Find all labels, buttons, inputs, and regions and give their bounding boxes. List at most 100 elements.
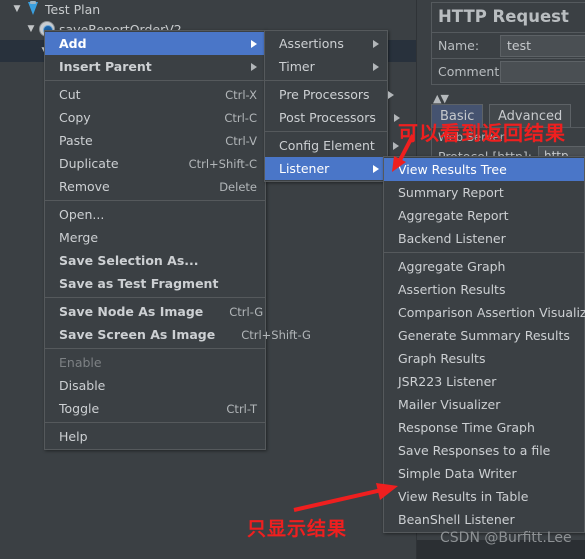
menu-item-config-element[interactable]: Config Element: [265, 134, 399, 157]
menu-item-shortcut: Ctrl-T: [226, 401, 257, 416]
menu-item-comparison-assertion-visualizer[interactable]: Comparison Assertion Visualizer: [384, 301, 585, 324]
annotation-arrow-top: [392, 134, 415, 172]
comments-field-row: Comments:: [432, 58, 585, 84]
menu-item-assertion-results[interactable]: Assertion Results: [384, 278, 584, 301]
menu-item-pre-processors[interactable]: Pre Processors: [265, 83, 394, 106]
context-menu[interactable]: Add Insert Parent Cut Ctrl-X Copy Ctrl-C Paste…: [44, 30, 311, 450]
menu-separator: [384, 252, 584, 253]
menu-separator: [45, 200, 265, 201]
menu-item-mailer-visualizer[interactable]: Mailer Visualizer: [384, 393, 584, 416]
tree-expand-toggle-icon[interactable]: ▼: [24, 24, 38, 34]
menu-separator: [265, 131, 387, 132]
annotation-bottom-text: 只显示结果: [247, 518, 348, 540]
menu-item-label: Timer: [279, 59, 315, 74]
menu-item-label: Mailer Visualizer: [398, 397, 501, 412]
menu-item-add[interactable]: Add: [45, 32, 265, 55]
menu-item-jsr223-listener[interactable]: JSR223 Listener: [384, 370, 584, 393]
menu-item-label: Disable: [59, 378, 106, 393]
menu-item-label: Save Screen As Image: [59, 327, 216, 342]
submenu-arrow-icon: [373, 62, 379, 71]
menu-item-label: Aggregate Report: [398, 208, 509, 223]
menu-separator: [45, 80, 265, 81]
menu-item-label: Enable: [59, 355, 102, 370]
menu-item-assertions[interactable]: Assertions: [265, 32, 387, 55]
menu-item-timer[interactable]: Timer: [265, 55, 387, 78]
menu-item-cut[interactable]: Cut Ctrl-X: [45, 83, 265, 106]
menu-item-response-time-graph[interactable]: Response Time Graph: [384, 416, 584, 439]
menu-item-label: Graph Results: [398, 351, 486, 366]
menu-item-label: Save Node As Image: [59, 304, 204, 319]
menu-item-beanshell-listener[interactable]: BeanShell Listener: [384, 508, 584, 531]
menu-item-label: Summary Report: [398, 185, 504, 200]
menu-item-label: Aggregate Graph: [398, 259, 506, 274]
menu-item-open[interactable]: Open...: [45, 203, 265, 226]
menu-item-shortcut: Ctrl-X: [225, 87, 257, 102]
menu-item-duplicate[interactable]: Duplicate Ctrl+Shift-C: [45, 152, 265, 175]
menu-item-copy[interactable]: Copy Ctrl-C: [45, 106, 265, 129]
submenu-arrow-icon: [251, 62, 257, 71]
menu-item-label: Config Element: [279, 138, 375, 153]
menu-item-label: Add: [59, 36, 87, 51]
menu-item-generate-summary-results[interactable]: Generate Summary Results: [384, 324, 584, 347]
menu-item-label: Simple Data Writer: [398, 466, 517, 481]
menu-item-view-results-in-table[interactable]: View Results in Table: [384, 485, 584, 508]
comments-input[interactable]: [500, 60, 585, 83]
menu-item-label: Duplicate: [59, 156, 119, 171]
menu-item-save-selection-as[interactable]: Save Selection As...: [45, 249, 265, 272]
menu-item-simple-data-writer[interactable]: Simple Data Writer: [384, 462, 584, 485]
menu-item-label: Paste: [59, 133, 93, 148]
menu-item-label: Copy: [59, 110, 91, 125]
watermark: CSDN @Burfitt.Lee: [440, 530, 572, 546]
menu-item-save-responses-to-a-file[interactable]: Save Responses to a file: [384, 439, 584, 462]
comments-label: Comments:: [438, 64, 510, 79]
menu-item-help[interactable]: Help: [45, 425, 265, 448]
menu-item-save-as-test-fragment[interactable]: Save as Test Fragment: [45, 272, 265, 295]
menu-item-label: Backend Listener: [398, 231, 506, 246]
menu-item-shortcut: Ctrl-V: [225, 133, 257, 148]
menu-item-backend-listener[interactable]: Backend Listener: [384, 227, 584, 250]
submenu-arrow-icon: [251, 39, 257, 48]
menu-item-graph-results[interactable]: Graph Results: [384, 347, 584, 370]
menu-item-label: Post Processors: [279, 110, 376, 125]
jmeter-window: ▼ Test Plan ▼ saveReportOrderV2 ▼ HTTP R: [0, 0, 585, 559]
menu-item-label: Pre Processors: [279, 87, 370, 102]
menu-item-paste[interactable]: Paste Ctrl-V: [45, 129, 265, 152]
menu-item-toggle[interactable]: Toggle Ctrl-T: [45, 397, 265, 420]
menu-item-label: Listener: [279, 161, 330, 176]
add-submenu[interactable]: Assertions Timer Pre Processors Post Proces…: [264, 30, 400, 182]
name-input[interactable]: test: [500, 34, 585, 57]
menu-item-enable: Enable: [45, 351, 265, 374]
submenu-arrow-icon: [373, 39, 379, 48]
menu-item-label: Cut: [59, 87, 81, 102]
menu-item-summary-report[interactable]: Summary Report: [384, 181, 584, 204]
menu-item-save-screen-as-image[interactable]: Save Screen As Image Ctrl+Shift-G: [45, 323, 311, 346]
menu-item-shortcut: Ctrl+Shift-G: [241, 327, 311, 342]
menu-item-post-processors[interactable]: Post Processors: [265, 106, 400, 129]
menu-item-save-node-as-image[interactable]: Save Node As Image Ctrl-G: [45, 300, 265, 323]
menu-item-label: Response Time Graph: [398, 420, 535, 435]
name-field-row: Name: test: [432, 32, 585, 58]
request-header-box: HTTP Request Name: test Comments:: [431, 2, 585, 85]
menu-item-label: Save Selection As...: [59, 253, 199, 268]
menu-item-disable[interactable]: Disable: [45, 374, 265, 397]
menu-item-label: Assertion Results: [398, 282, 506, 297]
menu-item-label: Merge: [59, 230, 99, 245]
menu-item-label: JSR223 Listener: [398, 374, 497, 389]
submenu-arrow-icon: [373, 164, 379, 173]
menu-item-listener[interactable]: Listener: [265, 157, 387, 180]
menu-item-merge[interactable]: Merge: [45, 226, 265, 249]
menu-item-remove[interactable]: Remove Delete: [45, 175, 265, 198]
menu-item-label: Assertions: [279, 36, 344, 51]
menu-item-insert-parent[interactable]: Insert Parent: [45, 55, 265, 78]
flask-icon: [24, 0, 42, 18]
listener-submenu[interactable]: View Results Tree Summary Report Aggregate…: [383, 156, 585, 533]
tree-expand-toggle-icon[interactable]: ▼: [10, 4, 24, 14]
tree-row-test-plan[interactable]: ▼ Test Plan: [0, 0, 416, 20]
menu-item-label: Open...: [59, 207, 105, 222]
menu-item-label: View Results in Table: [398, 489, 529, 504]
menu-item-label: Save Responses to a file: [398, 443, 551, 458]
menu-item-shortcut: Ctrl-C: [224, 110, 257, 125]
menu-item-aggregate-report[interactable]: Aggregate Report: [384, 204, 584, 227]
menu-separator: [45, 348, 265, 349]
menu-item-aggregate-graph[interactable]: Aggregate Graph: [384, 255, 584, 278]
